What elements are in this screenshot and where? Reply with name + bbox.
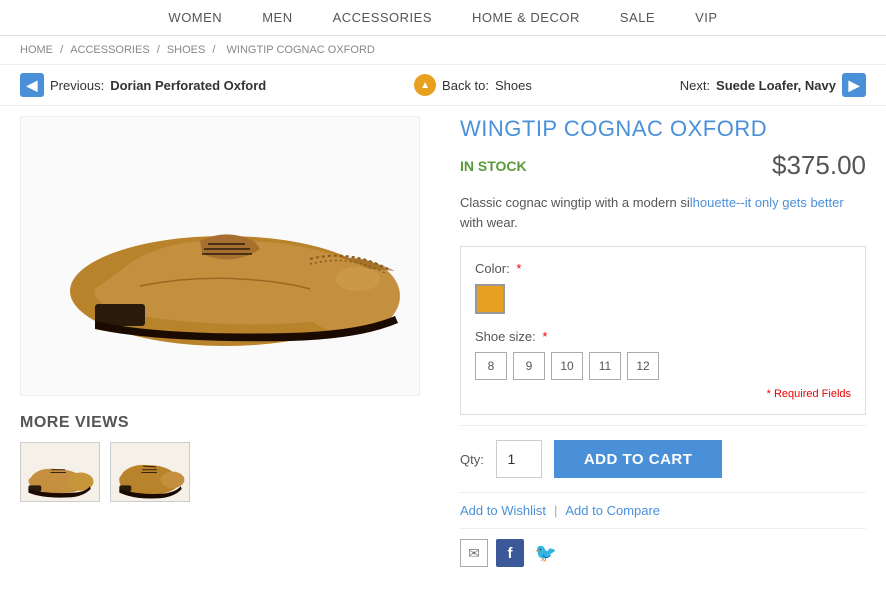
prev-arrow-btn[interactable]: ◀ xyxy=(20,73,44,97)
qty-input[interactable] xyxy=(496,440,542,478)
color-required-mark: * xyxy=(516,261,521,276)
nav-home-decor[interactable]: HOME & DECOR xyxy=(472,10,580,25)
size-12[interactable]: 12 xyxy=(627,352,659,380)
size-10[interactable]: 10 xyxy=(551,352,583,380)
top-navigation: WOMEN MEN ACCESSORIES HOME & DECOR SALE … xyxy=(0,0,886,36)
shoe-svg xyxy=(40,141,400,371)
facebook-icon: f xyxy=(508,545,513,562)
nav-vip[interactable]: VIP xyxy=(695,10,717,25)
next-product-link[interactable]: Next: Suede Loafer, Navy ▶ xyxy=(680,73,866,97)
size-9[interactable]: 9 xyxy=(513,352,545,380)
options-box: Color: * Shoe size: * 8 9 10 11 12 * Req… xyxy=(460,246,866,415)
add-to-wishlist-link[interactable]: Add to Wishlist xyxy=(460,503,546,518)
thumb1-svg xyxy=(23,445,98,500)
stock-status: IN STOCK xyxy=(460,158,527,174)
add-to-compare-link[interactable]: Add to Compare xyxy=(565,503,660,518)
main-image[interactable] xyxy=(20,116,420,396)
product-images: MORE VIEWS xyxy=(20,116,440,577)
nav-men[interactable]: MEN xyxy=(262,10,292,25)
required-fields-note: * Required Fields xyxy=(475,388,851,400)
email-icon: ✉ xyxy=(468,545,480,562)
twitter-icon: 🐦 xyxy=(535,543,557,564)
cart-row: Qty: ADD TO CART xyxy=(460,425,866,492)
size-options: 8 9 10 11 12 xyxy=(475,352,851,380)
size-11[interactable]: 11 xyxy=(589,352,621,380)
qty-label: Qty: xyxy=(460,452,484,467)
pipe-divider: | xyxy=(554,503,557,518)
facebook-share-button[interactable]: f xyxy=(496,539,524,567)
product-price: $375.00 xyxy=(772,150,866,181)
email-share-button[interactable]: ✉ xyxy=(460,539,488,567)
size-8[interactable]: 8 xyxy=(475,352,507,380)
next-product-name: Suede Loafer, Navy xyxy=(716,78,836,93)
wishlist-compare-row: Add to Wishlist | Add to Compare xyxy=(460,492,866,529)
next-label-prefix: Next: xyxy=(680,78,710,93)
product-details: WINGTIP COGNAC OXFORD IN STOCK $375.00 C… xyxy=(460,116,866,577)
thumbnail-2[interactable] xyxy=(110,442,190,502)
back-icon: ▲ xyxy=(414,74,436,96)
stock-price-row: IN STOCK $375.00 xyxy=(460,150,866,181)
thumb2-svg xyxy=(113,445,188,500)
thumbnail-1[interactable] xyxy=(20,442,100,502)
nav-sale[interactable]: SALE xyxy=(620,10,655,25)
breadcrumb-home[interactable]: HOME xyxy=(20,44,53,56)
prev-product-link[interactable]: ◀ Previous: Dorian Perforated Oxford xyxy=(20,73,266,97)
back-label: Back to: xyxy=(442,78,489,93)
breadcrumb-shoes[interactable]: SHOES xyxy=(167,44,206,56)
product-navigation: ◀ Previous: Dorian Perforated Oxford ▲ B… xyxy=(0,65,886,106)
more-views-label: MORE VIEWS xyxy=(20,414,440,432)
prev-arrow-icon: ◀ xyxy=(27,77,38,94)
color-swatch-cognac[interactable] xyxy=(475,284,505,314)
product-area: MORE VIEWS xyxy=(0,106,886,587)
breadcrumb-accessories[interactable]: ACCESSORIES xyxy=(70,44,149,56)
breadcrumb: HOME / ACCESSORIES / SHOES / WINGTIP COG… xyxy=(0,36,886,65)
size-required-mark: * xyxy=(542,329,547,344)
nav-accessories[interactable]: ACCESSORIES xyxy=(333,10,432,25)
prev-label: Previous: xyxy=(50,78,104,93)
product-description: Classic cognac wingtip with a modern sil… xyxy=(460,193,866,232)
size-option-label: Shoe size: * xyxy=(475,329,851,344)
back-to-category: Shoes xyxy=(495,78,532,93)
next-arrow-icon: ▶ xyxy=(849,77,860,94)
back-to-link[interactable]: ▲ Back to: Shoes xyxy=(414,74,532,96)
prev-product-name: Dorian Perforated Oxford xyxy=(110,78,266,93)
nav-women[interactable]: WOMEN xyxy=(168,10,222,25)
breadcrumb-current: WINGTIP COGNAC OXFORD xyxy=(227,44,375,56)
product-title: WINGTIP COGNAC OXFORD xyxy=(460,116,866,142)
twitter-share-button[interactable]: 🐦 xyxy=(532,539,560,567)
social-share-row: ✉ f 🐦 xyxy=(460,529,866,577)
add-to-cart-button[interactable]: ADD TO CART xyxy=(554,440,723,478)
next-arrow-btn[interactable]: ▶ xyxy=(842,73,866,97)
thumbnail-row xyxy=(20,442,440,502)
back-arrow-icon: ▲ xyxy=(420,80,430,91)
color-option-label: Color: * xyxy=(475,261,851,276)
